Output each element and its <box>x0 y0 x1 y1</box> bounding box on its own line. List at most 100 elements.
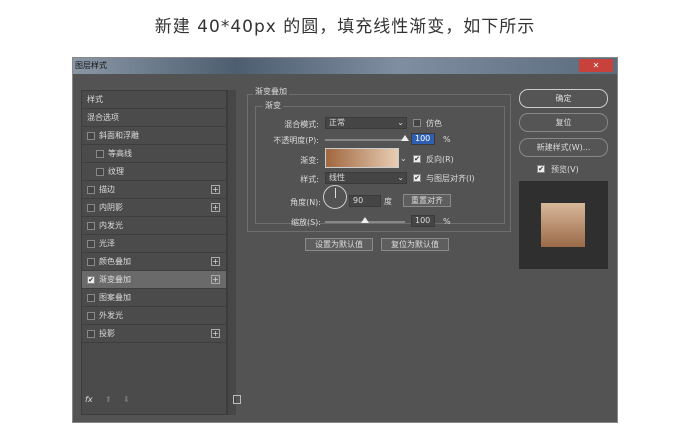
style-checkbox[interactable] <box>87 131 95 140</box>
dither-checkbox[interactable] <box>413 119 421 127</box>
angle-dial[interactable] <box>323 185 347 209</box>
preview-box <box>519 181 608 269</box>
set-default-button[interactable]: 设置为默认值 <box>305 238 373 251</box>
style-label: 样式: <box>300 175 319 184</box>
style-item-label: 内发光 <box>99 221 123 230</box>
new-style-button[interactable]: 新建样式(W)... <box>519 138 608 157</box>
style-item-label: 外发光 <box>99 311 123 320</box>
style-value: 线性 <box>329 173 345 182</box>
opacity-input[interactable]: 100 <box>411 133 435 145</box>
preview-label: 预览(V) <box>551 165 579 174</box>
style-list: 样式混合选项斜面和浮雕等高线纹理描边 + 内阴影 + 内发光光泽颜色叠加 + ✔ 渐变叠加 + 图… <box>81 90 227 415</box>
align-label: 与图层对齐(I) <box>426 174 475 183</box>
angle-input[interactable]: 90 <box>349 195 381 207</box>
close-button[interactable]: ✕ <box>579 59 613 72</box>
style-checkbox[interactable] <box>87 257 95 266</box>
move-up-icon[interactable]: ⬆ <box>105 395 112 404</box>
opacity-unit: % <box>443 135 451 144</box>
reset-button[interactable]: 复位 <box>519 113 608 132</box>
scale-slider-thumb[interactable] <box>361 217 369 223</box>
scale-input[interactable]: 100 <box>411 215 435 227</box>
style-item[interactable]: ✔ 渐变叠加 + <box>82 271 226 289</box>
add-icon[interactable]: + <box>211 275 220 284</box>
preview-swatch <box>541 203 585 247</box>
move-down-icon[interactable]: ⬇ <box>123 395 130 404</box>
style-item[interactable]: 内发光 <box>82 217 226 235</box>
layer-style-dialog: 图层样式 ✕ 样式混合选项斜面和浮雕等高线纹理描边 + 内阴影 + 内发光光泽颜色叠加 +… <box>72 57 618 423</box>
align-checkbox[interactable]: ✔ <box>413 174 421 182</box>
reset-align-button[interactable]: 重置对齐 <box>403 194 451 207</box>
style-item-label: 光泽 <box>99 239 115 248</box>
style-item-label: 投影 <box>99 329 115 338</box>
style-checkbox[interactable] <box>87 293 95 302</box>
style-checkbox[interactable] <box>87 311 95 320</box>
style-select[interactable]: 线性 ⌄ <box>325 172 407 184</box>
reverse-checkbox[interactable]: ✔ <box>413 155 421 163</box>
add-icon[interactable]: + <box>211 203 220 212</box>
style-item[interactable]: 光泽 <box>82 235 226 253</box>
style-checkbox[interactable]: ✔ <box>87 275 95 284</box>
angle-needle <box>335 188 336 198</box>
blend-mode-label: 混合模式: <box>284 120 319 129</box>
style-item[interactable]: 投影 + <box>82 325 226 343</box>
style-item[interactable]: 样式 <box>82 91 226 109</box>
add-icon[interactable]: + <box>211 257 220 266</box>
style-checkbox[interactable] <box>87 185 95 194</box>
section-title: 渐变叠加 <box>253 86 289 97</box>
reset-default-button[interactable]: 复位为默认值 <box>381 238 449 251</box>
style-item[interactable]: 图案叠加 <box>82 289 226 307</box>
style-item-label: 内阴影 <box>99 203 123 212</box>
gradient-label: 渐变: <box>300 156 319 165</box>
blend-mode-select[interactable]: 正常 ⌄ <box>325 117 407 129</box>
style-item-label: 颜色叠加 <box>99 257 131 266</box>
style-item-label: 渐变叠加 <box>99 275 131 284</box>
trash-icon[interactable] <box>233 395 241 404</box>
style-item-label: 混合选项 <box>87 113 119 122</box>
caption: 新建 40*40px 的圆，填充线性渐变，如下所示 <box>154 17 536 37</box>
scale-label: 缩放(S): <box>290 218 321 227</box>
style-item-label: 纹理 <box>108 167 124 176</box>
style-checkbox[interactable] <box>87 221 95 230</box>
style-item[interactable]: 内阴影 + <box>82 199 226 217</box>
style-item-label: 图案叠加 <box>99 293 131 302</box>
dither-label: 仿色 <box>426 119 442 128</box>
title-bar: 图层样式 ✕ <box>73 58 617 74</box>
list-toolbar: fx ⬆ ⬇ <box>85 395 241 409</box>
opacity-slider-thumb[interactable] <box>401 135 409 141</box>
style-item-label: 样式 <box>87 95 103 104</box>
style-item[interactable]: 等高线 <box>82 145 226 163</box>
style-item[interactable]: 外发光 <box>82 307 226 325</box>
style-checkbox[interactable] <box>96 167 104 176</box>
angle-unit: 度 <box>384 197 392 206</box>
style-item[interactable]: 混合选项 <box>82 109 226 127</box>
style-item[interactable]: 颜色叠加 + <box>82 253 226 271</box>
style-checkbox[interactable] <box>87 239 95 248</box>
blend-mode-value: 正常 <box>329 118 345 127</box>
add-icon[interactable]: + <box>211 185 220 194</box>
style-item-label: 等高线 <box>108 149 132 158</box>
opacity-label: 不透明度(P): <box>273 136 319 145</box>
fx-icon[interactable]: fx <box>85 395 93 404</box>
group-title: 渐变 <box>263 100 283 111</box>
style-item-label: 斜面和浮雕 <box>99 131 139 140</box>
preview-checkbox[interactable]: ✔ <box>537 165 545 173</box>
angle-label: 角度(N): <box>290 198 321 207</box>
opacity-slider[interactable] <box>325 139 405 141</box>
style-item[interactable]: 描边 + <box>82 181 226 199</box>
chevron-down-icon: ⌄ <box>397 118 404 127</box>
style-item-label: 描边 <box>99 185 115 194</box>
style-checkbox[interactable] <box>96 149 104 158</box>
gradient-dropdown-icon[interactable]: ⌄ <box>400 154 407 163</box>
reverse-label: 反向(R) <box>426 155 454 164</box>
style-item[interactable]: 斜面和浮雕 <box>82 127 226 145</box>
style-item[interactable]: 纹理 <box>82 163 226 181</box>
style-checkbox[interactable] <box>87 329 95 338</box>
gradient-swatch[interactable] <box>325 148 399 168</box>
chevron-down-icon: ⌄ <box>397 173 404 182</box>
ok-button[interactable]: 确定 <box>519 89 608 108</box>
style-checkbox[interactable] <box>87 203 95 212</box>
scrollbar[interactable] <box>227 90 236 415</box>
dialog-title: 图层样式 <box>75 61 107 70</box>
add-icon[interactable]: + <box>211 329 220 338</box>
scale-unit: % <box>443 217 451 226</box>
